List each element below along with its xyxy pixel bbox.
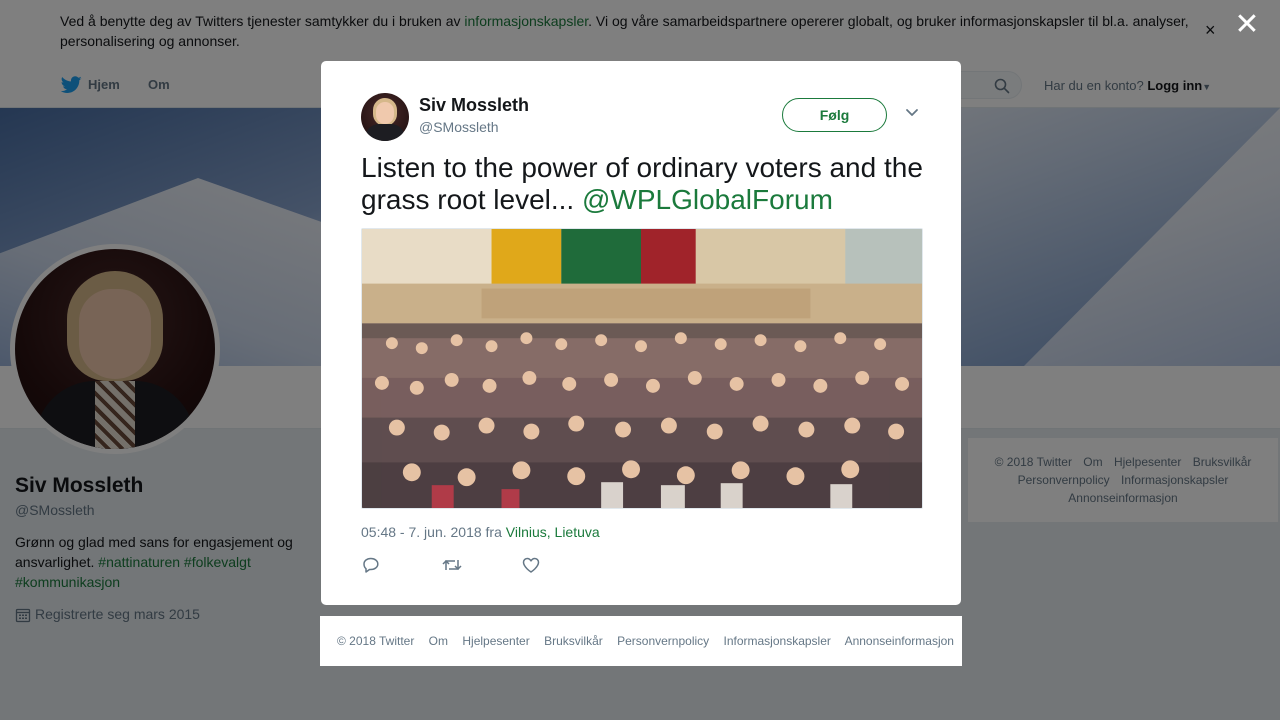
footer-link[interactable]: Personvernpolicy [617, 634, 709, 648]
chevron-down-icon[interactable] [905, 108, 919, 118]
avatar-body [365, 124, 405, 141]
tweet-modal: Siv Mossleth @SMossleth Følg Listen to t… [321, 61, 961, 605]
follow-button[interactable]: Følg [782, 98, 887, 132]
like-icon[interactable] [521, 556, 541, 574]
tweet-timestamp: 05:48 - 7. jun. 2018 fra Vilnius, Lietuv… [361, 524, 600, 540]
tweet-author-handle[interactable]: @SMossleth [419, 119, 499, 135]
footer-link[interactable]: Informasjonskapsler [724, 634, 831, 648]
tweet-avatar[interactable] [361, 93, 409, 141]
footer-link[interactable]: Om [429, 634, 448, 648]
footer-link[interactable]: Annonseinformasjon [845, 634, 954, 648]
tweet-location-link[interactable]: Vilnius, Lietuva [506, 524, 600, 540]
footer-link[interactable]: Bruksvilkår [544, 634, 603, 648]
tweet-text: Listen to the power of ordinary voters a… [361, 152, 931, 216]
tweet-author-name[interactable]: Siv Mossleth [419, 95, 529, 116]
mention-link[interactable]: @WPLGlobalForum [582, 184, 833, 215]
close-icon[interactable]: ✕ [1233, 10, 1261, 40]
avatar-face [376, 102, 394, 124]
retweet-icon[interactable] [441, 556, 463, 574]
footer-link: © 2018 Twitter [337, 634, 415, 648]
reply-icon[interactable] [361, 556, 381, 574]
footer-link[interactable]: Hjelpesenter [462, 634, 529, 648]
tweet-time[interactable]: 05:48 - 7. jun. 2018 fra [361, 524, 506, 540]
tweet-photo[interactable] [361, 228, 923, 509]
modal-footer: © 2018 Twitter Om Hjelpesenter Bruksvilk… [320, 616, 962, 666]
